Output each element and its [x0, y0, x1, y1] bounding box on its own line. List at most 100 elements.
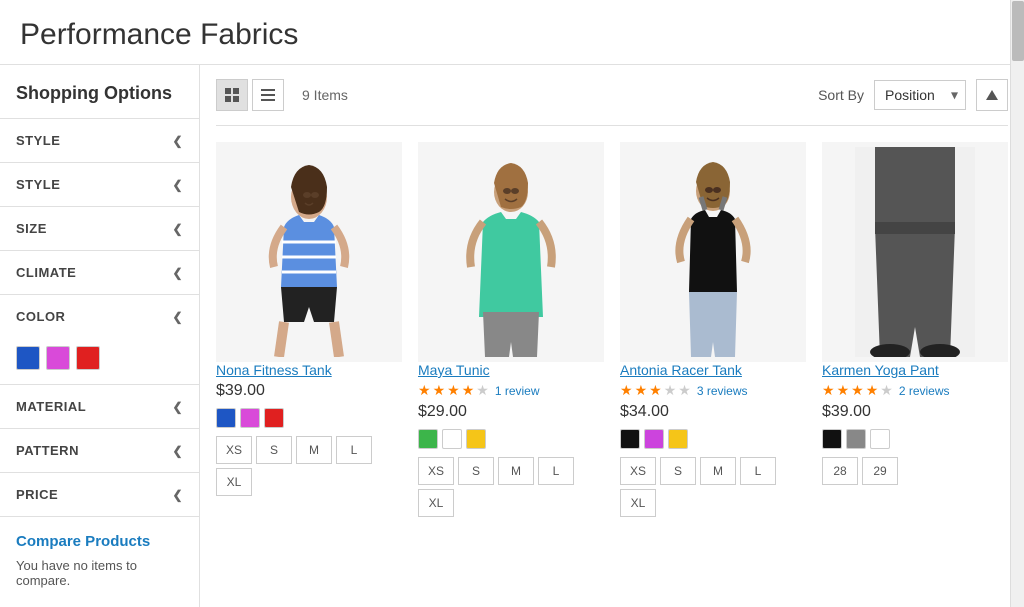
star-2: ★ [837, 382, 850, 399]
product-name-1[interactable]: Nona Fitness Tank [216, 362, 332, 378]
product-image-2[interactable] [418, 142, 604, 362]
filter-pattern-label: PATTERN [16, 443, 79, 458]
chevron-down-icon: ❮ [172, 444, 183, 458]
star-3: ★ [447, 382, 460, 399]
color-option-black[interactable] [822, 429, 842, 449]
color-option-green[interactable] [418, 429, 438, 449]
filter-climate: CLIMATE ❮ [0, 251, 199, 295]
scrollbar-thumb[interactable] [1012, 1, 1024, 61]
product-colors-1 [216, 408, 284, 428]
color-option-yellow[interactable] [466, 429, 486, 449]
product-sizes-2b: XL [418, 489, 454, 517]
filter-material-header[interactable]: MATERIAL ❮ [0, 385, 199, 428]
filter-style2-label: STYLE [16, 177, 60, 192]
size-xs[interactable]: XS [418, 457, 454, 485]
size-xl[interactable]: XL [620, 489, 656, 517]
size-m[interactable]: M [296, 436, 332, 464]
product-card-1: Nona Fitness Tank $39.00 XS S M L [216, 142, 402, 533]
filter-pattern-header[interactable]: PATTERN ❮ [0, 429, 199, 472]
product-figure-yoga-pant [855, 147, 975, 357]
filter-color-header[interactable]: COLOR ❮ [0, 295, 199, 338]
product-price-2: $29.00 [418, 403, 467, 421]
size-l[interactable]: L [336, 436, 372, 464]
filter-style1-label: STYLE [16, 133, 60, 148]
star-5: ★ [880, 382, 893, 399]
color-option-blue[interactable] [216, 408, 236, 428]
product-card-2: Maya Tunic ★ ★ ★ ★ ★ 1 review $29.00 [418, 142, 604, 533]
filter-style2-header[interactable]: STYLE ❮ [0, 163, 199, 206]
size-xl[interactable]: XL [216, 468, 252, 496]
product-image-3[interactable] [620, 142, 806, 362]
product-sizes-1: XS S M L [216, 436, 372, 464]
size-28[interactable]: 28 [822, 457, 858, 485]
product-figure-racer-tank [653, 147, 773, 357]
product-image-4[interactable] [822, 142, 1008, 362]
filter-size-header[interactable]: SIZE ❮ [0, 207, 199, 250]
filter-price: PRICE ❮ [0, 473, 199, 517]
color-option-black[interactable] [620, 429, 640, 449]
chevron-down-icon: ❮ [172, 266, 183, 280]
list-icon [261, 88, 275, 102]
product-colors-3 [620, 429, 688, 449]
color-swatch-blue[interactable] [16, 346, 40, 370]
size-xl[interactable]: XL [418, 489, 454, 517]
product-image-1[interactable] [216, 142, 402, 362]
size-xs[interactable]: XS [620, 457, 656, 485]
size-l[interactable]: L [538, 457, 574, 485]
size-s[interactable]: S [256, 436, 292, 464]
color-swatch-red[interactable] [76, 346, 100, 370]
size-s[interactable]: S [458, 457, 494, 485]
review-count-2[interactable]: 1 review [495, 384, 540, 398]
sort-ascending-button[interactable] [976, 79, 1008, 111]
view-toggle [216, 79, 284, 111]
star-1: ★ [822, 382, 835, 399]
color-option-white[interactable] [870, 429, 890, 449]
product-sizes-4: 28 29 [822, 457, 898, 485]
star-1: ★ [418, 382, 431, 399]
filter-style1-header[interactable]: STYLE ❮ [0, 119, 199, 162]
color-option-red[interactable] [264, 408, 284, 428]
star-3: ★ [851, 382, 864, 399]
view-grid-button[interactable] [216, 79, 248, 111]
star-5: ★ [476, 382, 489, 399]
filter-style2: STYLE ❮ [0, 163, 199, 207]
review-count-3[interactable]: 3 reviews [697, 384, 748, 398]
size-m[interactable]: M [700, 457, 736, 485]
chevron-down-icon: ❮ [172, 222, 183, 236]
size-xs[interactable]: XS [216, 436, 252, 464]
sort-label: Sort By [818, 87, 864, 103]
chevron-down-icon: ❮ [172, 134, 183, 148]
size-m[interactable]: M [498, 457, 534, 485]
filter-climate-header[interactable]: CLIMATE ❮ [0, 251, 199, 294]
size-29[interactable]: 29 [862, 457, 898, 485]
product-colors-4 [822, 429, 890, 449]
filter-pattern: PATTERN ❮ [0, 429, 199, 473]
chevron-down-icon: ❮ [172, 400, 183, 414]
color-option-yellow[interactable] [668, 429, 688, 449]
view-list-button[interactable] [252, 79, 284, 111]
star-1: ★ [620, 382, 633, 399]
product-rating-3: ★ ★ ★ ★ ★ 3 reviews [620, 382, 748, 399]
color-option-white[interactable] [442, 429, 462, 449]
color-option-magenta[interactable] [240, 408, 260, 428]
product-sizes-2: XS S M L [418, 457, 574, 485]
product-name-3[interactable]: Antonia Racer Tank [620, 362, 742, 378]
size-s[interactable]: S [660, 457, 696, 485]
product-name-4[interactable]: Karmen Yoga Pant [822, 362, 939, 378]
size-l[interactable]: L [740, 457, 776, 485]
product-figure-tunic [451, 147, 571, 357]
review-count-4[interactable]: 2 reviews [899, 384, 950, 398]
product-sizes-3: XS S M L [620, 457, 776, 485]
shopping-options-title: Shopping Options [0, 65, 199, 119]
compare-products-title[interactable]: Compare Products [16, 533, 183, 550]
filter-price-header[interactable]: PRICE ❮ [0, 473, 199, 516]
color-swatch-magenta[interactable] [46, 346, 70, 370]
product-name-2[interactable]: Maya Tunic [418, 362, 490, 378]
product-price-4: $39.00 [822, 403, 871, 421]
sort-wrapper: Position Name Price [874, 80, 966, 110]
sort-select[interactable]: Position Name Price [874, 80, 966, 110]
toolbar: 9 Items Sort By Position Name Price [216, 65, 1008, 126]
color-option-gray[interactable] [846, 429, 866, 449]
filter-size: SIZE ❮ [0, 207, 199, 251]
color-option-purple[interactable] [644, 429, 664, 449]
